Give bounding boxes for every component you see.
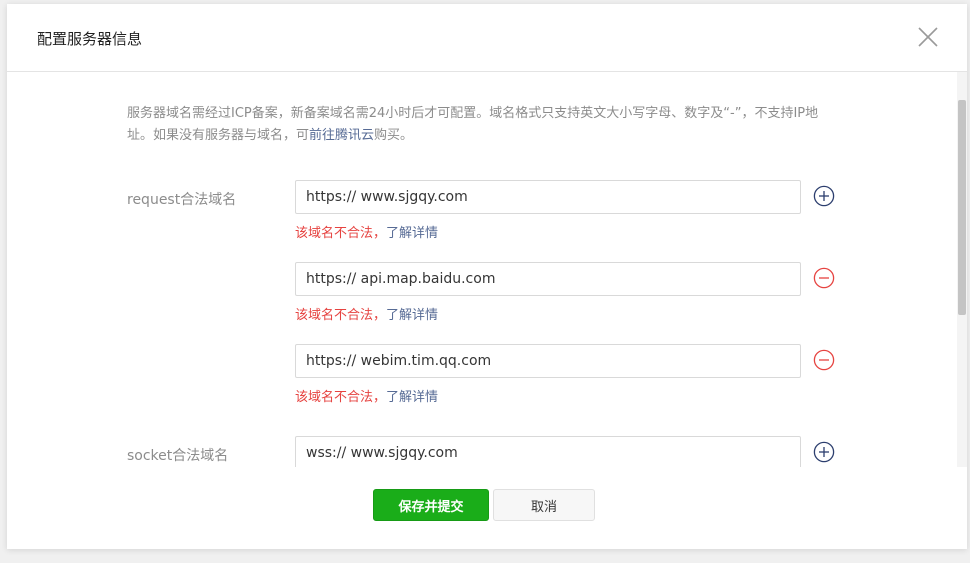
note-text: 服务器域名需经过ICP备案，新备案域名需24小时后才可配置。域名格式只支持英文大…: [127, 106, 819, 143]
request-domain-error: 该域名不合法，了解详情: [295, 304, 438, 323]
remove-icon[interactable]: [813, 267, 835, 289]
error-text: 该域名不合法，: [295, 390, 387, 405]
dialog-title: 配置服务器信息: [37, 30, 143, 48]
learn-more-link[interactable]: 了解详情: [386, 226, 438, 241]
dialog-footer: 保存并提交 取消: [7, 467, 967, 549]
dialog-body: 服务器域名需经过ICP备案，新备案域名需24小时后才可配置。域名格式只支持英文大…: [7, 72, 957, 467]
add-icon[interactable]: [813, 185, 835, 207]
request-domain-error: 该域名不合法，了解详情: [295, 386, 438, 405]
request-domain-input[interactable]: [295, 344, 801, 378]
scrollbar-thumb[interactable]: [958, 100, 966, 315]
add-icon[interactable]: [813, 441, 835, 463]
learn-more-link[interactable]: 了解详情: [386, 308, 438, 323]
remove-icon[interactable]: [813, 349, 835, 371]
request-domain-error: 该域名不合法，了解详情: [295, 222, 438, 241]
cancel-button[interactable]: 取消: [493, 489, 595, 521]
save-submit-button[interactable]: 保存并提交: [373, 489, 489, 521]
learn-more-link[interactable]: 了解详情: [386, 390, 438, 405]
request-domain-input[interactable]: [295, 180, 801, 214]
dialog-header: 配置服务器信息: [7, 4, 967, 72]
error-text: 该域名不合法，: [295, 226, 387, 241]
socket-domain-label: socket合法域名: [127, 448, 229, 464]
socket-domain-input[interactable]: [295, 436, 801, 467]
config-server-dialog: 配置服务器信息 服务器域名需经过ICP备案，新备案域名需24小时后才可配置。域名…: [7, 4, 967, 549]
close-icon[interactable]: [915, 24, 941, 50]
domain-note: 服务器域名需经过ICP备案，新备案域名需24小时后才可配置。域名格式只支持英文大…: [127, 103, 842, 147]
request-domain-label: request合法域名: [127, 192, 237, 208]
tencent-cloud-link[interactable]: 前往腾讯云: [309, 128, 374, 143]
error-text: 该域名不合法，: [295, 308, 387, 323]
request-domain-input[interactable]: [295, 262, 801, 296]
note-suffix: 购买。: [374, 128, 414, 143]
